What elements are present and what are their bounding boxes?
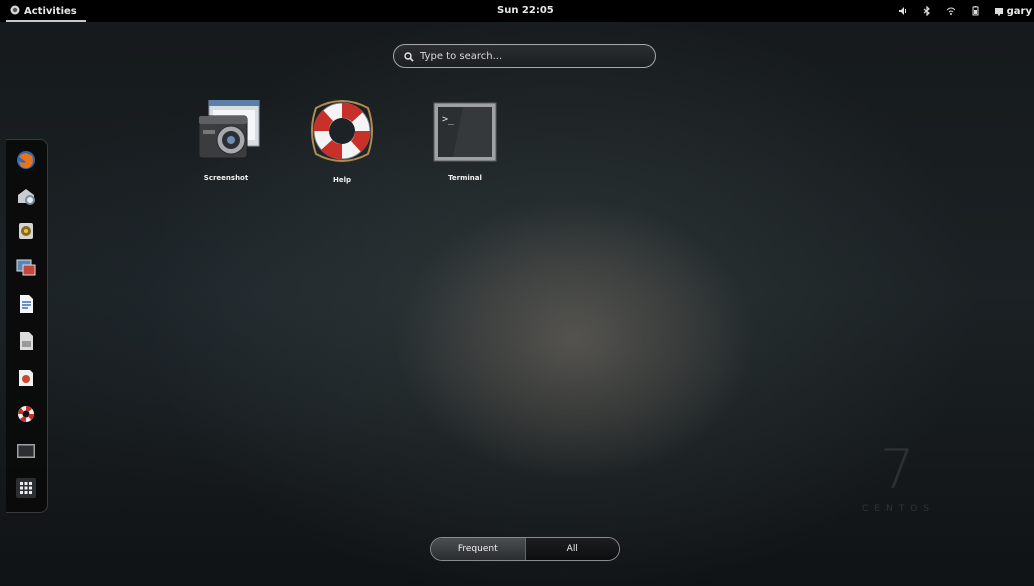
clock[interactable]: Sun 22:05	[497, 0, 554, 22]
volume-icon[interactable]	[898, 6, 908, 16]
desktop-background: Activities Sun 22:05 gary Type to search…	[0, 0, 1034, 586]
dash	[6, 139, 48, 513]
foot-icon	[10, 5, 20, 18]
dash-writer[interactable]	[15, 295, 37, 317]
show-applications-icon	[16, 478, 36, 502]
dash-show-applications[interactable]	[15, 478, 37, 502]
wifi-icon[interactable]	[946, 6, 956, 16]
activities-underline	[6, 20, 86, 22]
rhythmbox-icon	[16, 221, 36, 245]
system-tray[interactable]: gary	[898, 0, 1034, 22]
shotwell-icon	[16, 257, 36, 281]
terminal-icon	[16, 441, 36, 465]
centos-watermark: 7 CENTOS	[858, 438, 948, 518]
battery-icon[interactable]	[970, 6, 980, 16]
dash-shotwell[interactable]	[15, 258, 37, 280]
app-label-screenshot: Screenshot	[203, 174, 249, 182]
user-icon	[994, 6, 1004, 16]
help-lifebuoy-icon	[306, 98, 378, 168]
bluetooth-icon[interactable]	[922, 5, 932, 17]
activities-label: Activities	[24, 5, 77, 17]
writer-document-icon	[16, 294, 36, 318]
app-tile-screenshot[interactable]: Screenshot	[186, 99, 266, 182]
svg-text:>_: >_	[442, 114, 455, 125]
user-name: gary	[1006, 5, 1032, 17]
activities-button[interactable]: Activities	[10, 0, 77, 22]
view-switch: Frequent All	[430, 537, 620, 561]
all-button[interactable]: All	[524, 538, 619, 560]
software-install-icon	[16, 368, 36, 392]
frequent-button[interactable]: Frequent	[431, 538, 525, 560]
app-tile-help[interactable]: Help	[302, 98, 382, 184]
search-input[interactable]	[420, 50, 640, 62]
app-label-help: Help	[332, 176, 352, 184]
app-label-terminal: Terminal	[448, 174, 482, 182]
search-box[interactable]	[393, 44, 656, 68]
dash-files[interactable]	[15, 332, 37, 354]
help-icon	[16, 404, 36, 428]
dash-terminal[interactable]	[15, 442, 37, 464]
evolution-mail-icon	[16, 186, 36, 210]
top-bar: Activities Sun 22:05 gary	[0, 0, 1034, 22]
dash-firefox[interactable]	[15, 151, 37, 173]
dash-software[interactable]	[15, 369, 37, 391]
terminal-icon: >_	[433, 102, 497, 166]
centos-version-number: 7	[880, 438, 915, 501]
user-menu[interactable]: gary	[994, 6, 1032, 17]
app-tile-terminal[interactable]: >_ Terminal	[425, 102, 505, 182]
dash-rhythmbox[interactable]	[15, 222, 37, 244]
centos-wordmark: CENTOS	[862, 504, 935, 514]
dash-help[interactable]	[15, 405, 37, 427]
firefox-icon	[16, 150, 36, 174]
files-icon	[16, 331, 36, 355]
dash-evolution[interactable]	[15, 187, 37, 209]
screenshot-icon	[191, 99, 261, 166]
search-icon	[404, 47, 414, 66]
